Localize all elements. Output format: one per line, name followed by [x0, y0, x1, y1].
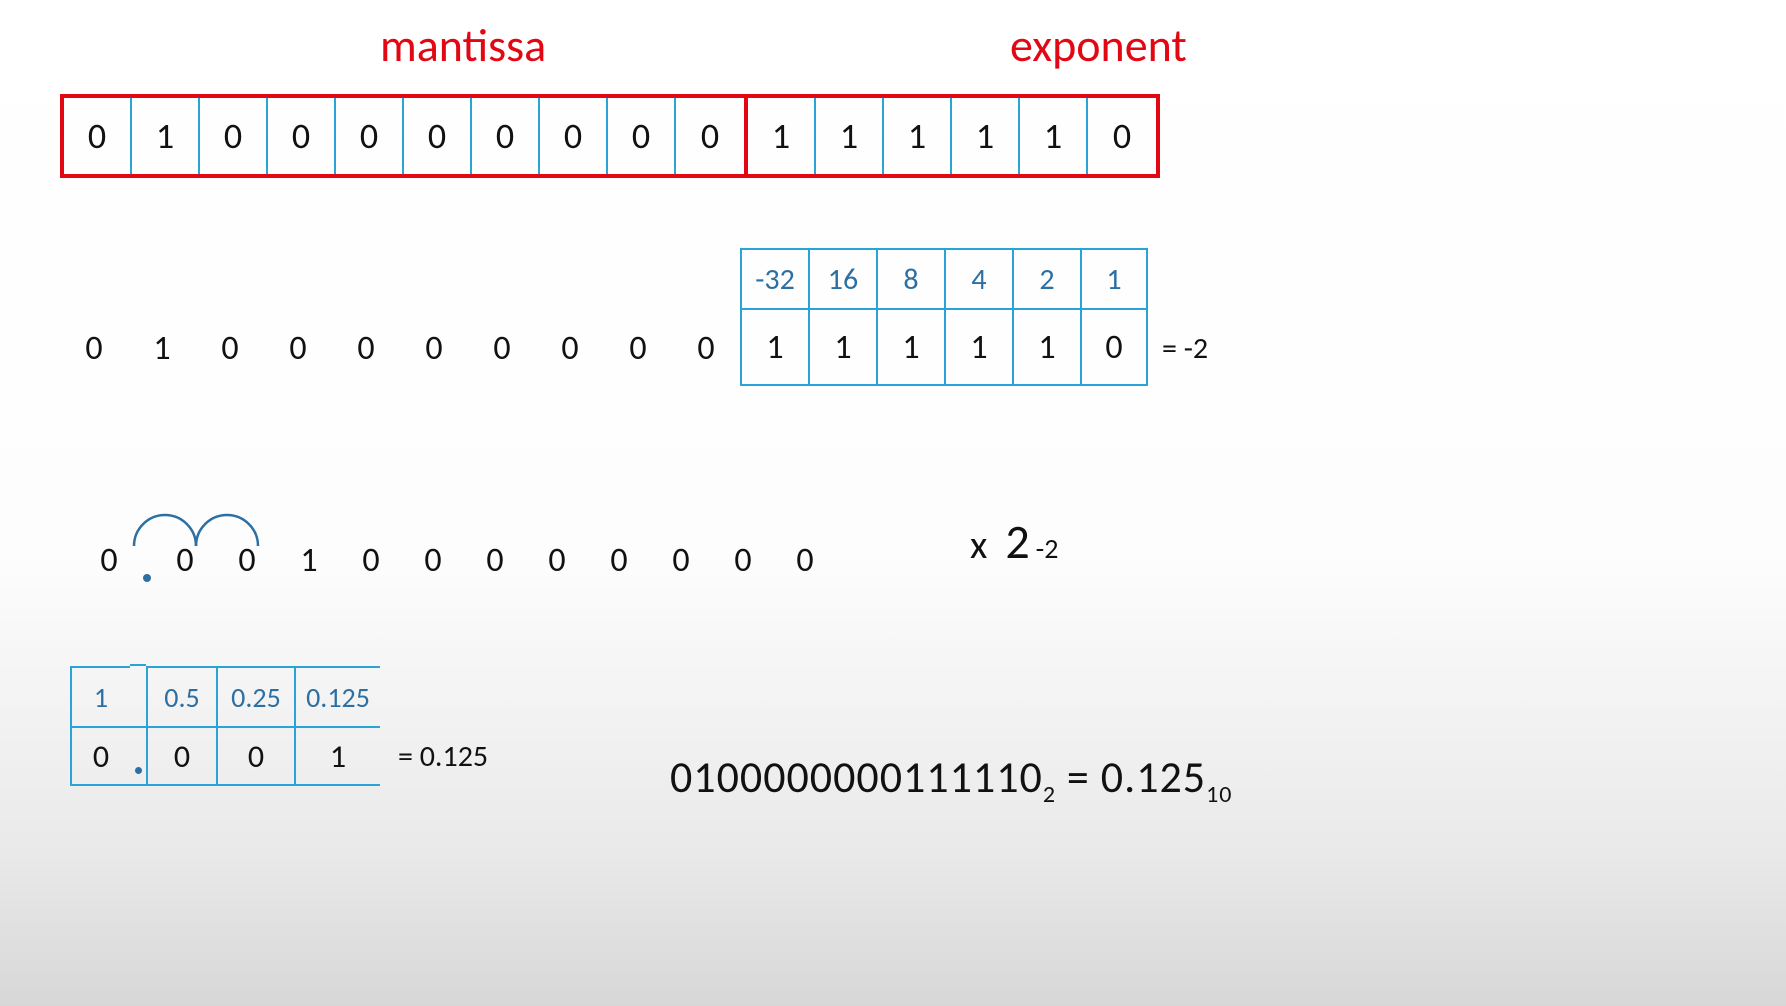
radix-point-icon: [140, 530, 154, 590]
exponent-result: = -2: [1148, 310, 1208, 386]
exponent-evaluation-row: 0 1 0 0 0 0 0 0 0 0 -32 16 8 4 2 1 1 1 1…: [60, 248, 1208, 386]
bit-cell: 0: [332, 310, 400, 386]
bit-cell: 0: [70, 726, 130, 786]
final-binary-base: 2: [1043, 780, 1056, 809]
digit-cell: 0: [340, 530, 402, 590]
bit-cell: 1: [876, 310, 944, 386]
bit-cell: 0: [604, 310, 672, 386]
bit-cell: 1: [740, 310, 808, 386]
weight-cell: 8: [876, 248, 944, 310]
fraction-result: = 0.125: [380, 726, 488, 786]
equals-symbol: =: [1056, 750, 1101, 804]
weight-cell: 0.125: [294, 666, 380, 726]
weight-cell: 1: [1080, 248, 1148, 310]
multiplier-expression: x 2 -2: [970, 512, 1058, 571]
bit-cell: 1: [1020, 98, 1088, 174]
weight-cell: 0.25: [216, 666, 294, 726]
final-decimal: 0.125: [1101, 750, 1206, 804]
bit-cell: 0: [404, 98, 472, 174]
final-decimal-base: 10: [1206, 780, 1232, 809]
bit-cell: 1: [816, 98, 884, 174]
shifted-mantissa-row: 0 0 0 1 0 0 0 0 0 0 0 0: [78, 530, 836, 590]
digit-cell: 0: [78, 530, 140, 590]
digit-cell: 0: [650, 530, 712, 590]
bit-cell: 0: [400, 310, 468, 386]
multiplier-exponent: -2: [1036, 531, 1059, 566]
weight-cell: 4: [944, 248, 1012, 310]
multiplier-base: 2: [1005, 512, 1029, 571]
bit-cell: 0: [216, 726, 294, 786]
final-binary: 0100000000111110: [670, 750, 1043, 804]
bit-cell: 1: [1012, 310, 1080, 386]
digit-cell: 0: [464, 530, 526, 590]
digit-cell: 0: [154, 530, 216, 590]
digit-cell: 0: [216, 530, 278, 590]
bit-cell: 0: [336, 98, 404, 174]
label-exponent: exponent: [1010, 18, 1187, 74]
label-mantissa: mantissa: [380, 18, 546, 74]
bit-cell: 1: [808, 310, 876, 386]
radix-point-icon: [130, 726, 146, 786]
exponent-group: 1 1 1 1 1 0: [744, 94, 1160, 178]
bit-cell: 0: [676, 98, 744, 174]
bit-cell: 0: [60, 310, 128, 386]
bit-row-main: 0 1 0 0 0 0 0 0 0 0 1 1 1 1 1 0: [60, 94, 1160, 178]
bit-cell: 1: [132, 98, 200, 174]
bit-cell: 1: [884, 98, 952, 174]
bit-cell: 1: [944, 310, 1012, 386]
weight-cell: 1: [70, 666, 130, 726]
bit-cell: 1: [294, 726, 380, 786]
fraction-place-value-table: 1 0 0.5 0 0.25 0 0.125 1 = 0.125: [70, 664, 488, 786]
bit-cell: 0: [468, 310, 536, 386]
mantissa-group: 0 1 0 0 0 0 0 0 0 0: [60, 94, 748, 178]
weight-cell: 16: [808, 248, 876, 310]
bit-cell: 0: [200, 98, 268, 174]
bit-cell: 0: [536, 310, 604, 386]
bit-cell: 0: [268, 98, 336, 174]
weight-cell: -32: [740, 248, 808, 310]
digit-cell: 1: [278, 530, 340, 590]
bit-cell: 0: [1088, 98, 1156, 174]
bit-cell: 1: [952, 98, 1020, 174]
digit-cell: 0: [402, 530, 464, 590]
bit-cell: 0: [672, 310, 740, 386]
bit-cell: 0: [608, 98, 676, 174]
bit-cell: 0: [540, 98, 608, 174]
digit-cell: 0: [712, 530, 774, 590]
exponent-place-value-table: -32 16 8 4 2 1 1 1 1 1 1 0: [740, 248, 1148, 386]
bit-cell: 1: [748, 98, 816, 174]
digit-cell: 0: [588, 530, 650, 590]
bit-cell: 0: [264, 310, 332, 386]
radix-point-column: [130, 664, 146, 786]
final-equation: 01000000001111102 = 0.12510: [670, 750, 1232, 809]
times-symbol: x: [970, 520, 987, 569]
bit-cell: 0: [196, 310, 264, 386]
bit-cell: 0: [64, 98, 132, 174]
bit-cell: 0: [1080, 310, 1148, 386]
plain-mantissa-bits: 0 1 0 0 0 0 0 0 0 0: [60, 310, 740, 386]
bit-cell: 0: [146, 726, 216, 786]
weight-cell: 2: [1012, 248, 1080, 310]
weight-cell: 0.5: [146, 666, 216, 726]
digit-cell: 0: [526, 530, 588, 590]
bit-cell: 1: [128, 310, 196, 386]
digit-cell: 0: [774, 530, 836, 590]
bit-cell: 0: [472, 98, 540, 174]
